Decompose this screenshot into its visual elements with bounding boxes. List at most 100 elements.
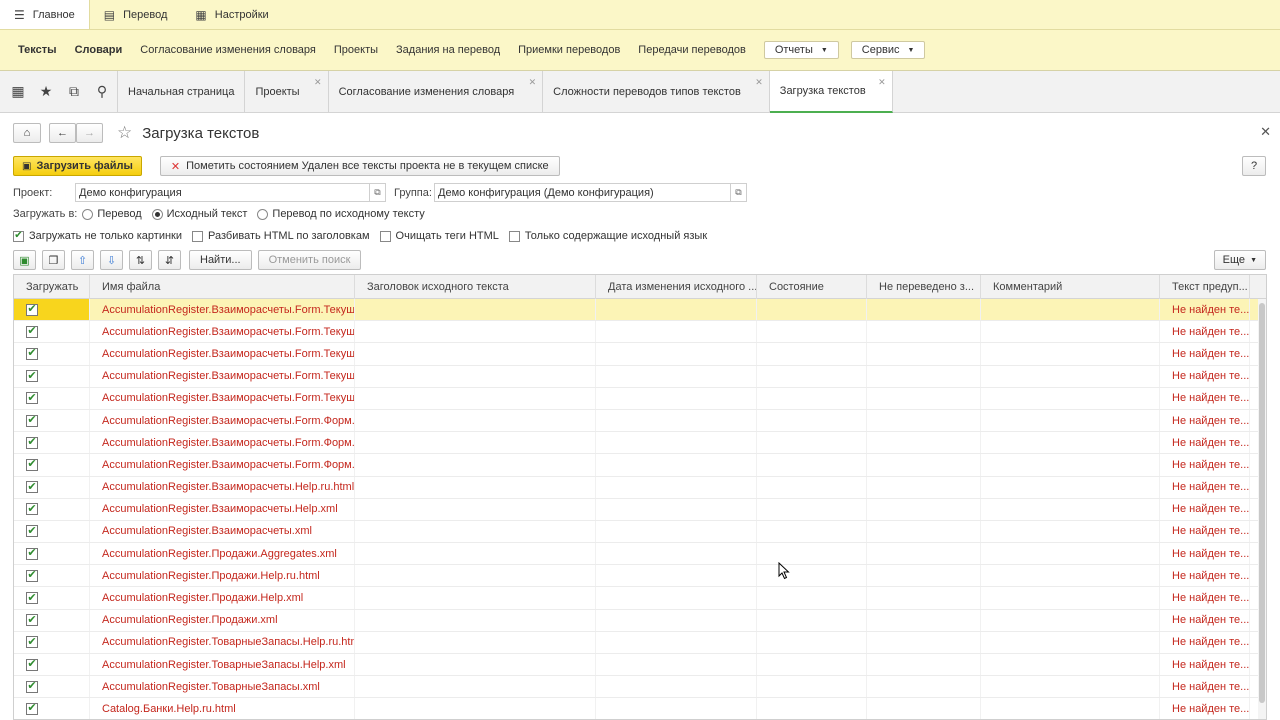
row-checkbox[interactable]: ✔ (26, 702, 38, 715)
column-header-warning-text[interactable]: Текст предуп... (1160, 275, 1250, 299)
section-translation[interactable]: ▤ Перевод (90, 0, 182, 29)
check-only-source-language[interactable]: Только содержащие исходный язык (508, 230, 707, 242)
cmd-translation-tasks[interactable]: Задания на перевод (396, 44, 500, 56)
close-icon[interactable]: ✕ (878, 77, 886, 88)
column-header-not-translated[interactable]: Не переведено з... (867, 275, 981, 299)
cmd-texts[interactable]: Тексты (18, 44, 57, 56)
table-row[interactable]: ✔ AccumulationRegister.Взаиморасчеты.Form… (14, 432, 1266, 455)
favorites-icon[interactable]: ★ (32, 71, 60, 112)
uncheck-all-button[interactable]: ❐ (42, 250, 65, 270)
table-row[interactable]: ✔ AccumulationRegister.Взаиморасчеты.Form… (14, 409, 1266, 433)
open-icon[interactable]: ⧉ (730, 184, 746, 201)
project-field[interactable]: Демо конфигурация ⧉ (75, 183, 386, 202)
table-row[interactable]: ✔ AccumulationRegister.Взаиморасчеты.xml Н… (14, 520, 1266, 544)
column-header-file-name[interactable]: Имя файла (90, 275, 355, 299)
row-checkbox[interactable]: ✔ (26, 436, 38, 449)
all-functions-icon[interactable]: ▦ (4, 71, 32, 112)
tab-translation-complexity[interactable]: Сложности переводов типов текстов ✕ (543, 71, 770, 113)
close-icon[interactable]: ✕ (755, 77, 763, 88)
cmd-translation-acceptance[interactable]: Приемки переводов (518, 44, 620, 56)
close-icon[interactable]: ✕ (314, 77, 322, 88)
row-checkbox[interactable]: ✔ (26, 525, 38, 538)
row-checkbox[interactable]: ✔ (26, 547, 38, 560)
row-checkbox[interactable]: ✔ (26, 392, 38, 405)
tab-projects[interactable]: Проекты ✕ (245, 71, 329, 113)
table-row[interactable]: ✔ AccumulationRegister.Продажи.Help.ru.ht… (14, 565, 1266, 588)
row-checkbox[interactable]: ✔ (26, 303, 38, 316)
cmd-projects[interactable]: Проекты (334, 44, 378, 56)
row-checkbox[interactable]: ✔ (26, 658, 38, 671)
history-icon[interactable]: ⧉ (60, 71, 88, 112)
table-row[interactable]: ✔ AccumulationRegister.Продажи.Aggregates… (14, 543, 1266, 566)
table-row[interactable]: ✔ AccumulationRegister.Продажи.xml Не найд… (14, 609, 1266, 632)
column-header-source-title[interactable]: Заголовок исходного текста (355, 275, 596, 299)
table-row[interactable]: ✔ AccumulationRegister.Взаиморасчеты.Form… (14, 299, 1266, 322)
row-checkbox[interactable]: ✔ (26, 636, 38, 649)
table-row[interactable]: ✔ AccumulationRegister.Взаиморасчеты.Form… (14, 365, 1266, 388)
more-button[interactable]: Еще ▼ (1213, 250, 1266, 270)
table-row[interactable]: ✔ AccumulationRegister.Взаиморасчеты.Help… (14, 498, 1266, 521)
cmd-translation-transfers[interactable]: Передачи переводов (638, 44, 746, 56)
table-row[interactable]: ✔ AccumulationRegister.Взаиморасчеты.Form… (14, 343, 1266, 366)
sort-desc-button[interactable]: ⇵ (158, 250, 181, 270)
check-clear-html-tags[interactable]: Очищать теги HTML (379, 230, 499, 242)
check-all-button[interactable]: ▣ (13, 250, 36, 270)
reports-dropdown[interactable]: Отчеты ▼ (763, 41, 839, 59)
row-checkbox[interactable]: ✔ (26, 370, 38, 383)
move-down-button[interactable]: ⇩ (100, 250, 123, 270)
row-checkbox[interactable]: ✔ (26, 569, 38, 582)
table-row[interactable]: ✔ AccumulationRegister.Взаиморасчеты.Form… (14, 387, 1266, 410)
table-row[interactable]: ✔ AccumulationRegister.Взаиморасчеты.Form… (14, 454, 1266, 477)
cmd-dictionaries[interactable]: Словари (75, 44, 123, 56)
row-checkbox[interactable]: ✔ (26, 481, 38, 494)
column-header-source-date[interactable]: Дата изменения исходного ... (596, 275, 757, 299)
tab-dictionary-approval[interactable]: Согласование изменения словаря ✕ (329, 71, 544, 113)
row-checkbox[interactable]: ✔ (26, 458, 38, 471)
favorite-star-icon[interactable]: ☆ (117, 123, 132, 143)
row-checkbox[interactable]: ✔ (26, 347, 38, 360)
row-checkbox[interactable]: ✔ (26, 325, 38, 338)
vertical-scrollbar[interactable] (1258, 299, 1266, 719)
radio-source-text[interactable]: Исходный текст (151, 208, 247, 220)
close-form-icon[interactable]: ✕ (1260, 124, 1271, 140)
mark-deleted-button[interactable]: ✕ Пометить состоянием Удален все тексты … (159, 156, 560, 176)
radio-translation-by-source[interactable]: Перевод по исходному тексту (257, 208, 425, 220)
check-not-only-images[interactable]: ✔ Загружать не только картинки (13, 230, 182, 242)
find-button[interactable]: Найти... (189, 250, 252, 270)
tab-home[interactable]: Начальная страница (118, 71, 246, 113)
radio-translation[interactable]: Перевод (82, 208, 142, 220)
table-row[interactable]: ✔ AccumulationRegister.Продажи.Help.xml Не… (14, 587, 1266, 610)
home-button[interactable]: ⌂ (13, 123, 41, 143)
row-checkbox[interactable]: ✔ (26, 414, 38, 427)
table-row[interactable]: ✔ Catalog.Банки.Help.ru.html Не найден те.… (14, 698, 1266, 719)
row-checkbox[interactable]: ✔ (26, 592, 38, 605)
help-button[interactable]: ? (1242, 156, 1266, 176)
column-header-load[interactable]: Загружать (14, 275, 90, 299)
sort-asc-button[interactable]: ⇅ (129, 250, 152, 270)
back-button[interactable]: ← (49, 123, 76, 143)
load-files-button[interactable]: ▣ Загрузить файлы (13, 156, 142, 176)
check-split-html[interactable]: Разбивать HTML по заголовкам (192, 230, 370, 242)
move-up-button[interactable]: ⇧ (71, 250, 94, 270)
row-checkbox[interactable]: ✔ (26, 503, 38, 516)
cmd-dictionary-approval[interactable]: Согласование изменения словаря (140, 44, 316, 56)
scrollbar-thumb[interactable] (1259, 303, 1265, 703)
section-settings[interactable]: ▦ Настройки (181, 0, 282, 29)
row-checkbox[interactable]: ✔ (26, 680, 38, 693)
forward-button[interactable]: → (76, 123, 103, 143)
service-dropdown[interactable]: Сервис ▼ (850, 41, 926, 59)
section-main[interactable]: ☰ Главное (0, 0, 90, 29)
column-header-comment[interactable]: Комментарий (981, 275, 1160, 299)
row-checkbox[interactable]: ✔ (26, 614, 38, 627)
table-row[interactable]: ✔ AccumulationRegister.ТоварныеЗапасы.xml… (14, 676, 1266, 699)
tab-text-upload[interactable]: Загрузка текстов ✕ (769, 71, 893, 113)
open-icon[interactable]: ⧉ (369, 184, 385, 201)
table-row[interactable]: ✔ AccumulationRegister.Взаиморасчеты.Help… (14, 476, 1266, 499)
search-icon[interactable]: ⚲ (88, 71, 116, 112)
table-row[interactable]: ✔ AccumulationRegister.ТоварныеЗапасы.Hel… (14, 631, 1266, 654)
close-icon[interactable]: ✕ (529, 77, 537, 88)
group-field[interactable]: Демо конфигурация (Демо конфигурация) ⧉ (434, 183, 747, 202)
column-header-state[interactable]: Состояние (757, 275, 867, 299)
table-row[interactable]: ✔ AccumulationRegister.Взаиморасчеты.Form… (14, 321, 1266, 344)
cancel-search-button[interactable]: Отменить поиск (257, 250, 362, 270)
